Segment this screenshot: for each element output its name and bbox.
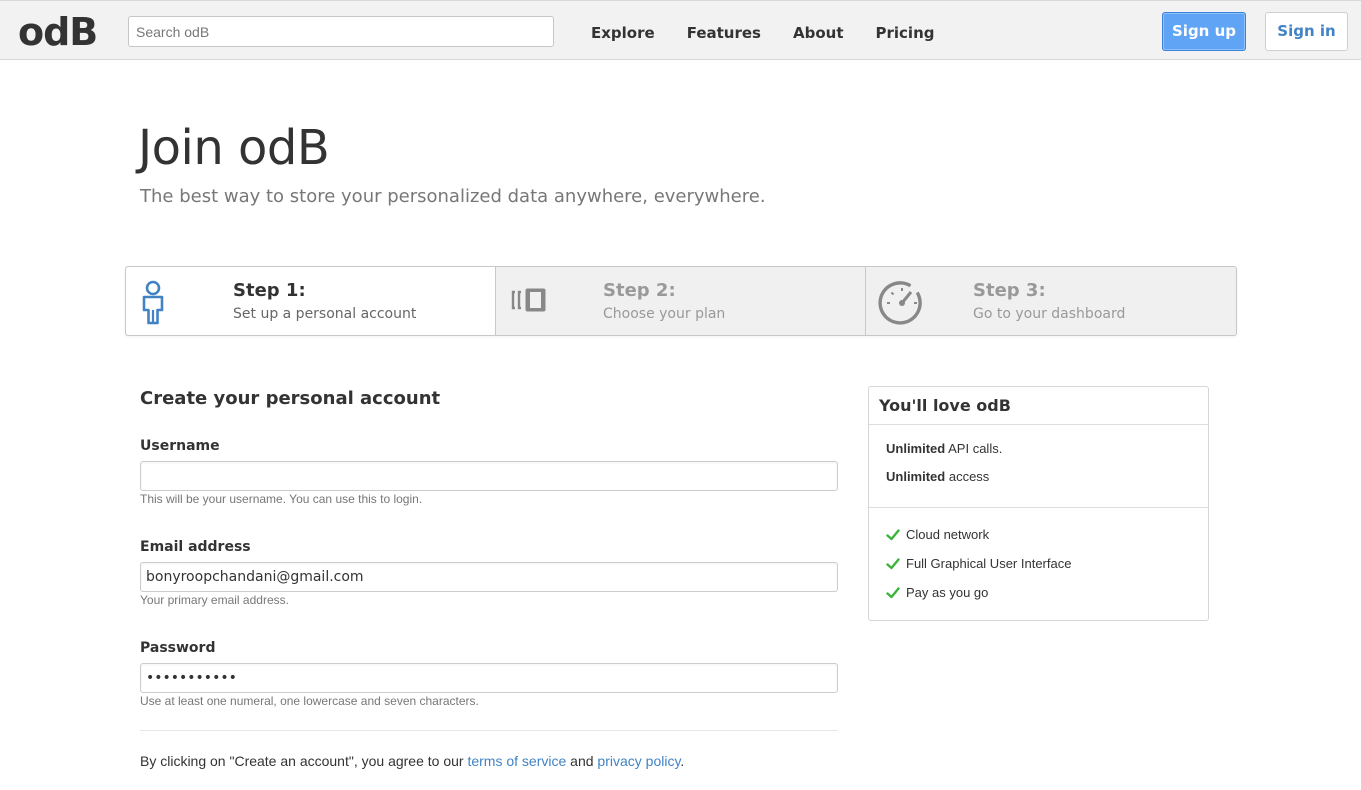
signup-button[interactable]: Sign up: [1162, 12, 1246, 51]
email-label: Email address: [140, 539, 251, 555]
form-divider: [140, 730, 838, 731]
benefits-box: You'll love odB Unlimited API calls. Unl…: [868, 386, 1209, 621]
page-subtitle: The best way to store your personalized …: [140, 186, 766, 207]
feature-label: Full Graphical User Interface: [906, 556, 1072, 571]
nav-explore[interactable]: Explore: [591, 23, 655, 43]
email-field[interactable]: [140, 562, 838, 592]
terms-of-service-link[interactable]: terms of service: [467, 753, 566, 769]
search-input[interactable]: [128, 16, 554, 47]
checkmark-icon: [886, 586, 900, 598]
nav-pricing[interactable]: Pricing: [876, 23, 935, 43]
password-note: Use at least one numeral, one lowercase …: [140, 694, 479, 708]
feature-label: Pay as you go: [906, 585, 989, 600]
benefits-unlimited: Unlimited API calls. Unlimited access: [869, 425, 1208, 508]
step-3-title: Step 3:: [973, 280, 1046, 301]
feature-item: Pay as you go: [886, 578, 1191, 607]
step-3: Step 3: Go to your dashboard: [866, 267, 1236, 335]
benefit-api-calls-bold: Unlimited: [886, 441, 946, 456]
benefit-access-text: access: [945, 469, 990, 484]
benefit-access-bold: Unlimited: [886, 469, 946, 484]
privacy-policy-link[interactable]: privacy policy: [597, 753, 680, 769]
signin-button[interactable]: Sign in: [1265, 12, 1348, 51]
nav-features[interactable]: Features: [687, 23, 761, 43]
form-title: Create your personal account: [140, 388, 441, 409]
terms-and: and: [566, 753, 598, 769]
top-header: odB Explore Features About Pricing Sign …: [0, 0, 1361, 60]
step-1: Step 1: Set up a personal account: [126, 267, 496, 335]
step-2-title: Step 2:: [603, 280, 676, 301]
main-nav: Explore Features About Pricing: [591, 23, 966, 43]
feature-item: Full Graphical User Interface: [886, 549, 1191, 578]
username-label: Username: [140, 438, 220, 454]
email-note: Your primary email address.: [140, 593, 289, 607]
terms-prefix: By clicking on "Create an account", you …: [140, 753, 468, 769]
terms-suffix: .: [680, 753, 685, 769]
plan-icon: [508, 277, 556, 325]
step-3-desc: Go to your dashboard: [973, 306, 1126, 322]
logo[interactable]: odB: [18, 10, 98, 54]
password-field[interactable]: [140, 663, 838, 693]
page-title: Join odB: [138, 120, 330, 176]
signup-steps: Step 1: Set up a personal account Step 2…: [125, 266, 1237, 336]
nav-about[interactable]: About: [793, 23, 844, 43]
benefit-api-calls: Unlimited API calls.: [886, 435, 1191, 463]
step-1-desc: Set up a personal account: [233, 306, 417, 322]
password-label: Password: [140, 640, 216, 656]
checkmark-icon: [886, 528, 900, 540]
step-2-desc: Choose your plan: [603, 306, 726, 322]
step-1-title: Step 1:: [233, 280, 306, 301]
username-note: This will be your username. You can use …: [140, 492, 423, 506]
person-icon: [138, 277, 186, 325]
step-2: Step 2: Choose your plan: [496, 267, 866, 335]
username-field[interactable]: [140, 461, 838, 491]
terms-text: By clicking on "Create an account", you …: [140, 751, 684, 771]
checkmark-icon: [886, 557, 900, 569]
benefits-features: Cloud network Full Graphical User Interf…: [869, 508, 1208, 607]
benefit-api-calls-text: API calls.: [945, 441, 1003, 456]
feature-label: Cloud network: [906, 527, 990, 542]
benefits-title: You'll love odB: [869, 387, 1208, 425]
benefit-access: Unlimited access: [886, 463, 1191, 491]
feature-item: Cloud network: [886, 520, 1191, 549]
dashboard-gauge-icon: [878, 277, 926, 325]
